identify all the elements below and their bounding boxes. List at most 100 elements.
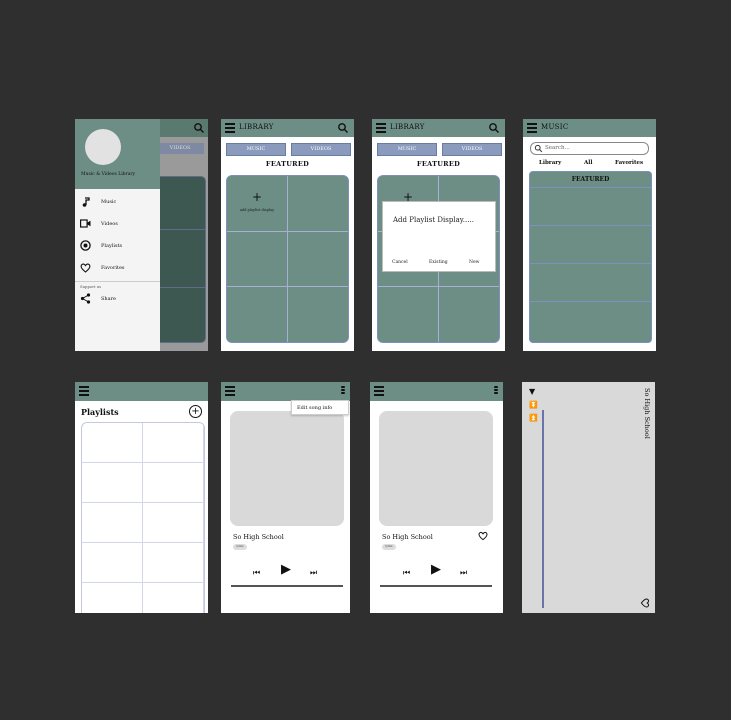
music-note-icon [80, 196, 91, 207]
grid-tile[interactable] [227, 230, 288, 288]
menu-item-playlists[interactable]: Playlists [80, 240, 158, 252]
tab-videos[interactable]: VIDEOS [442, 143, 502, 156]
add-playlist-button[interactable]: + [189, 405, 202, 418]
share-icon [80, 293, 91, 304]
grid-tile[interactable] [82, 583, 143, 613]
play-icon[interactable]: ▶ [281, 563, 291, 576]
lyrics-badge[interactable]: lyrics [233, 544, 247, 550]
tab-all[interactable]: All [584, 160, 592, 166]
menu-label: Share [101, 296, 116, 302]
grid-tile[interactable] [143, 463, 204, 503]
menu-label: Favorites [101, 265, 125, 271]
search-input[interactable]: Search... [530, 142, 649, 155]
featured-heading: FEATURED [530, 172, 651, 188]
progress-bar[interactable] [542, 410, 544, 608]
tab-music[interactable]: MUSIC [377, 143, 437, 156]
menu-item-videos[interactable]: Videos [80, 218, 158, 230]
existing-button[interactable]: Existing [429, 260, 448, 265]
list-item[interactable] [530, 188, 651, 226]
song-title: So High School [382, 533, 433, 541]
grid-tile[interactable] [287, 286, 348, 342]
grid-tile[interactable] [438, 286, 499, 342]
add-playlist-label: add playlist display [239, 208, 275, 212]
list-item[interactable] [530, 264, 651, 302]
grid-tile[interactable] [82, 423, 143, 463]
grid-tile[interactable] [378, 286, 439, 342]
featured-heading: FEATURED [416, 160, 461, 168]
screen-library-dialog: LIBRARY MUSIC VIDEOS FEATURED + Add Play… [372, 119, 505, 351]
playlist-icon [80, 240, 91, 251]
dialog-title: Add Playlist Display..... [393, 216, 474, 224]
tab-videos[interactable]: VIDEOS [156, 143, 204, 154]
more-options-icon[interactable] [494, 386, 499, 397]
album-art [230, 411, 344, 526]
edit-song-info-menu-item[interactable]: Edit song info [291, 400, 349, 415]
previous-track-icon[interactable]: ⏮ [253, 568, 260, 578]
progress-bar[interactable] [231, 585, 343, 587]
grid-tile[interactable] [143, 543, 204, 583]
page-title: LIBRARY [239, 123, 274, 131]
menu-label: Playlists [101, 243, 123, 249]
screen-landscape-player: ▼ ⏬ ⏫ So High School [522, 382, 655, 613]
menu-item-music[interactable]: Music [80, 196, 158, 208]
play-icon[interactable]: ▼ [529, 388, 535, 396]
lyrics-badge[interactable]: lyrics [382, 544, 396, 550]
menu-label: Music [101, 199, 117, 205]
tab-music[interactable]: MUSIC [226, 143, 286, 156]
add-playlist-tile[interactable]: + add playlist display [227, 176, 288, 232]
tab-videos[interactable]: VIDEOS [291, 143, 351, 156]
more-options-icon[interactable] [341, 386, 346, 397]
play-icon[interactable]: ▶ [431, 563, 441, 576]
drawer-backdrop[interactable]: VIDEOS [156, 119, 208, 351]
hamburger-menu-icon[interactable] [225, 386, 235, 396]
hamburger-menu-icon[interactable] [79, 386, 89, 396]
heart-icon[interactable] [640, 598, 650, 608]
grid-tile[interactable] [287, 230, 348, 288]
grid-tile[interactable] [82, 503, 143, 543]
grid-tile[interactable] [287, 176, 348, 232]
list-item[interactable] [530, 226, 651, 264]
screen-library: LIBRARY MUSIC VIDEOS FEATURED + add play… [221, 119, 354, 351]
list-item[interactable] [530, 302, 651, 339]
next-track-icon[interactable]: ⏬ [529, 402, 538, 409]
menu-item-share[interactable]: Share [80, 293, 158, 305]
hamburger-menu-icon[interactable] [527, 123, 537, 133]
heart-icon[interactable] [478, 531, 488, 541]
search-icon[interactable] [488, 122, 500, 134]
search-icon[interactable] [337, 122, 349, 134]
new-button[interactable]: New [469, 260, 479, 265]
grid-tile[interactable] [82, 463, 143, 503]
drawer-divider [75, 281, 160, 282]
grid-tile[interactable] [143, 503, 204, 543]
screen-playlists: Playlists + [75, 382, 208, 613]
grid-tile[interactable] [143, 423, 204, 463]
menu-item-favorites[interactable]: Favorites [80, 262, 158, 274]
search-icon[interactable] [193, 122, 205, 134]
hamburger-menu-icon[interactable] [225, 123, 235, 133]
grid-tile[interactable] [82, 543, 143, 583]
app-header: MUSIC [523, 119, 656, 137]
grid-tile[interactable] [143, 583, 204, 613]
drawer-title: Music & Videos Library [81, 172, 136, 177]
grid-tile[interactable] [227, 286, 288, 342]
navigation-drawer: Music & Videos Library Music Videos Play… [75, 119, 160, 351]
hamburger-menu-icon[interactable] [376, 123, 386, 133]
tab-library[interactable]: Library [539, 160, 561, 166]
screen-player: So High School lyrics ⏮ ▶ ⏭ [370, 382, 503, 613]
drawer-header: Music & Videos Library [75, 119, 160, 189]
featured-grid-shadow [156, 176, 206, 343]
previous-track-icon[interactable]: ⏮ [403, 568, 410, 578]
previous-track-icon[interactable]: ⏫ [529, 415, 538, 422]
page-title: MUSIC [541, 123, 569, 131]
plus-icon: + [251, 190, 263, 204]
hamburger-menu-icon[interactable] [374, 386, 384, 396]
screen-music: MUSIC Search... Library All Favorites FE… [523, 119, 656, 351]
next-track-icon[interactable]: ⏭ [310, 568, 317, 578]
tab-favorites[interactable]: Favorites [615, 160, 643, 166]
progress-bar[interactable] [380, 585, 492, 587]
screen-drawer: VIDEOS Music & Videos Library Music Vide… [75, 119, 208, 351]
album-art [379, 411, 493, 526]
avatar[interactable] [85, 129, 121, 165]
cancel-button[interactable]: Cancel [392, 260, 408, 265]
next-track-icon[interactable]: ⏭ [460, 568, 467, 578]
